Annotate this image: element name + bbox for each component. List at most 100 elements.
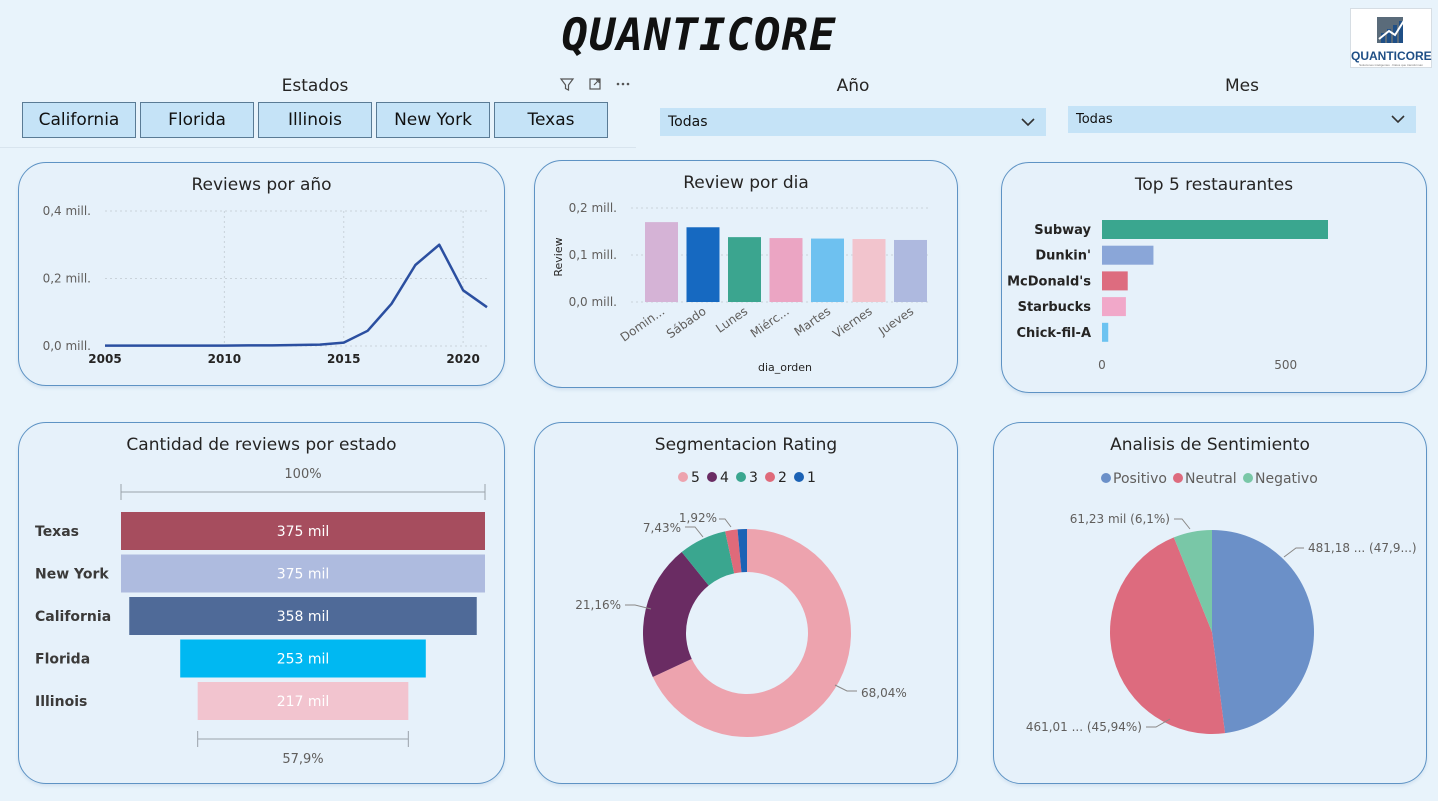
logo-chart-icon — [1377, 17, 1406, 43]
filter-icon[interactable] — [556, 76, 578, 96]
x-tick-label: Jueves — [875, 304, 916, 339]
dashboard-title: QUANTICORE — [561, 10, 837, 61]
data-label: 1,92% — [679, 511, 717, 525]
data-label: 461,01 ... (45,94%) — [1026, 720, 1142, 734]
anio-dropdown-value: Todas — [668, 114, 708, 130]
bar — [1102, 220, 1328, 239]
category-label: McDonald's — [1007, 274, 1091, 289]
segmentacion-rating-card[interactable]: Segmentacion Rating 5 4 3 2 1 68,04% 21,16% 7,4… — [534, 422, 958, 784]
category-label: Illinois — [35, 694, 87, 710]
reviews-por-anio-card[interactable]: Reviews por año 0,4 mill. 0,2 mill. 0,0 mi… — [18, 162, 505, 386]
x-tick-label: Domin... — [618, 304, 668, 345]
analisis-sentimiento-card[interactable]: Analisis de Sentimiento Positivo Neutral N… — [993, 422, 1427, 784]
more-options-icon[interactable] — [612, 76, 634, 96]
anio-dropdown[interactable]: Todas — [660, 108, 1046, 136]
leader-line — [685, 526, 704, 538]
top5-restaurantes-card[interactable]: Top 5 restaurantes Subway Dunkin' McDonald… — [1001, 162, 1427, 393]
legend-marker — [1173, 473, 1183, 483]
bar — [852, 239, 886, 302]
x-tick-label: 0 — [1098, 358, 1106, 372]
data-label: 217 mil — [277, 694, 330, 710]
line-chart: 0,4 mill. 0,2 mill. 0,0 mill.2005 2010 2015 2… — [43, 204, 488, 366]
legend-label: 3 — [749, 470, 758, 486]
leader-line — [1283, 547, 1304, 558]
bar — [811, 238, 844, 302]
bar — [686, 227, 720, 302]
mes-dropdown-value: Todas — [1076, 112, 1113, 127]
series-line — [105, 243, 488, 347]
data-label: 61,23 mil (6,1%) — [1070, 512, 1170, 526]
bar — [645, 222, 678, 302]
legend-marker — [794, 472, 804, 482]
x-axis-label: dia_orden — [758, 361, 812, 374]
y-axis-label: Review — [552, 237, 565, 276]
focus-mode-icon[interactable] — [584, 76, 606, 96]
percent-label-bottom: 57,9% — [282, 752, 323, 767]
y-tick-label: 0,2 mill. — [43, 272, 91, 286]
state-button-illinois[interactable]: Illinois — [258, 102, 372, 138]
data-label: 358 mil — [277, 609, 330, 625]
data-label: 7,43% — [643, 521, 681, 535]
legend-marker — [736, 472, 746, 482]
anio-slicer-title: Año — [836, 76, 870, 96]
legend-label: Negativo — [1255, 471, 1318, 487]
bar — [1102, 322, 1109, 342]
category-label: Starbucks — [1018, 300, 1092, 315]
category-label: Chick-fil-A — [1016, 326, 1091, 341]
state-button-new-york[interactable]: New York — [376, 102, 490, 138]
legend-label: 2 — [778, 470, 787, 486]
mes-slicer-title: Mes — [1225, 76, 1259, 96]
state-button-florida[interactable]: Florida — [140, 102, 254, 138]
funnel-card[interactable]: Cantidad de reviews por estado 100% 375 m… — [18, 422, 505, 784]
data-label: 68,04% — [861, 686, 907, 700]
donut-chart: 5 4 3 2 1 68,04% 21,16% 7,43%1,92% — [575, 470, 907, 737]
x-tick-label: 500 — [1274, 358, 1297, 372]
company-logo: QUANTICORE Soluciones inteligentes · Dat… — [1350, 8, 1432, 68]
legend-marker — [765, 472, 775, 482]
leader-line — [1174, 518, 1191, 530]
column-chart: 0,2 mill. 0,1 mill. 0,0 mill. Review Domin..… — [552, 201, 931, 374]
y-tick-label: 0,4 mill. — [43, 204, 91, 218]
bar — [894, 239, 927, 302]
funnel-chart: 100% 375 mil Texas 375 mil New York 358 mil Ca… — [35, 467, 486, 767]
leader-line — [719, 518, 732, 528]
legend-label: 5 — [691, 470, 700, 486]
legend-label: 4 — [720, 470, 729, 486]
legend-label: Neutral — [1185, 471, 1237, 487]
y-tick-label: 0,2 mill. — [569, 201, 617, 215]
logo-subtext: Soluciones inteligentes · Datos que tran… — [1359, 63, 1423, 67]
x-tick-label: Martes — [792, 304, 834, 339]
x-tick-label: 2005 — [88, 352, 121, 366]
leader-line — [834, 684, 857, 692]
review-por-dia-card[interactable]: Review por dia 0,2 mill. 0,1 mill. 0,0 mil… — [534, 160, 958, 388]
legend-marker — [1101, 473, 1111, 483]
x-tick-label: Miérc... — [748, 304, 792, 341]
estados-slicer-title: Estados — [281, 76, 349, 96]
bar — [1102, 271, 1128, 291]
data-label: 481,18 ... (47,9...) — [1308, 541, 1417, 555]
y-tick-label: 0,1 mill. — [569, 248, 617, 262]
category-label: Florida — [35, 652, 90, 668]
category-label: California — [35, 609, 111, 625]
chevron-down-icon — [1390, 106, 1406, 143]
legend-marker — [707, 472, 717, 482]
bar — [728, 237, 761, 302]
mes-dropdown[interactable]: Todas — [1068, 106, 1416, 133]
x-tick-label: Viernes — [830, 304, 875, 341]
x-tick-label: Lunes — [713, 304, 750, 336]
pie-chart: Positivo Neutral Negativo 481,18 ... (47,9.… — [1026, 471, 1417, 734]
legend-marker — [1243, 473, 1253, 483]
x-tick-label: 2015 — [327, 352, 360, 366]
state-button-texas[interactable]: Texas — [494, 102, 608, 138]
x-tick-label: 2010 — [208, 352, 241, 366]
category-label: Dunkin' — [1035, 249, 1091, 264]
legend-label: Positivo — [1113, 471, 1167, 487]
category-label: Subway — [1034, 223, 1091, 238]
category-label: Texas — [35, 524, 79, 540]
y-tick-label: 0,0 mill. — [43, 339, 91, 353]
data-label: 253 mil — [277, 652, 330, 668]
data-label: 21,16% — [575, 598, 621, 612]
state-button-california[interactable]: California — [22, 102, 136, 138]
y-tick-label: 0,0 mill. — [569, 295, 617, 309]
logo-text: QUANTICORE — [1351, 49, 1432, 63]
